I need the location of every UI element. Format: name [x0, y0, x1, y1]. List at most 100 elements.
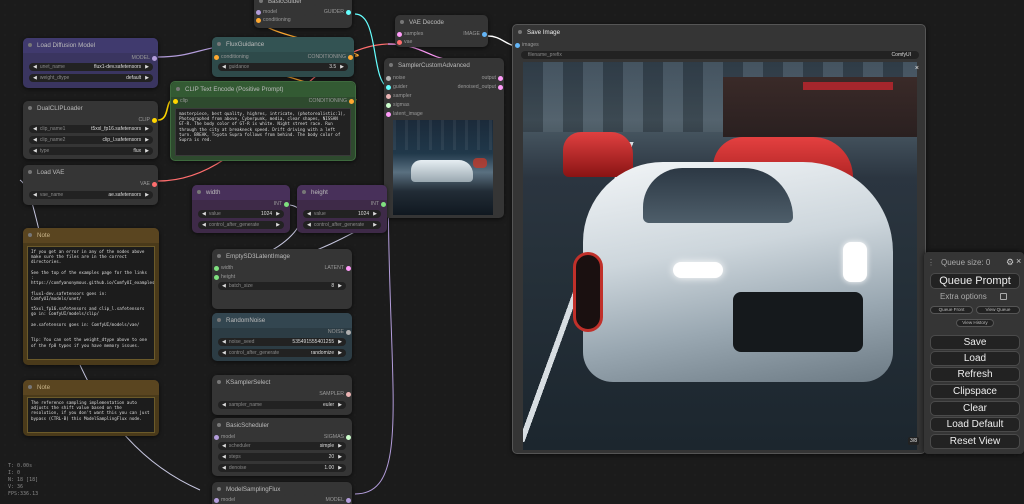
output-noise[interactable]: NOISE — [302, 328, 352, 336]
clip-name1-widget[interactable]: ◀ clip_name1 t5xxl_fp16.safetensors ▶ — [29, 125, 153, 133]
output-guider[interactable]: GUIDER — [312, 8, 352, 16]
load-default-button[interactable]: Load Default — [930, 417, 1020, 432]
weight-dtype-widget[interactable]: ◀ weight_dtype default ▶ — [29, 74, 153, 82]
node-flux-guidance[interactable]: FluxGuidance conditioning CONDITIONING ◀… — [212, 37, 354, 77]
output-conditioning[interactable]: CONDITIONING — [284, 53, 354, 61]
node-load-vae[interactable]: Load VAE VAE ◀ vae_name ae.safetensors ▶ — [23, 165, 158, 205]
input-width[interactable]: width — [212, 264, 262, 272]
unet-name-widget[interactable]: ◀ unet_name flux1-dev.safetensors ▶ — [29, 63, 153, 71]
close-preview-button[interactable]: × — [915, 65, 919, 72]
node-ksampler-select[interactable]: KSamplerSelect SAMPLER ◀ sampler_name eule… — [212, 375, 352, 415]
input-noise[interactable]: noise — [384, 74, 434, 82]
input-conditioning[interactable]: conditioning — [254, 16, 314, 24]
output-conditioning[interactable]: CONDITIONING — [265, 97, 355, 105]
close-panel-icon[interactable]: × — [1016, 256, 1021, 266]
generated-image[interactable] — [523, 62, 917, 450]
output-latent[interactable]: LATENT — [302, 264, 352, 272]
queue-prompt-button[interactable]: Queue Prompt — [930, 273, 1020, 289]
denoise-widget[interactable]: ◀ denoise 1.00 ▶ — [218, 464, 346, 472]
settings-gear-icon[interactable]: ⚙ — [1006, 257, 1014, 268]
increment-icon[interactable]: ▶ — [276, 222, 280, 228]
output-clip[interactable]: CLIP — [98, 116, 158, 124]
input-latent-image[interactable]: latent_image — [384, 110, 444, 118]
prompt-textarea[interactable]: masterpiece, best quality, highres, intr… — [175, 108, 351, 156]
node-save-image[interactable]: Save Image images filename_prefix ComfyUI… — [512, 24, 926, 454]
note-textarea[interactable]: If you get an error in any of the nodes … — [27, 246, 155, 360]
input-model[interactable]: model — [212, 496, 262, 504]
output-image[interactable]: IMAGE — [448, 30, 488, 38]
increment-icon[interactable]: ▶ — [145, 126, 149, 132]
output-model[interactable]: MODEL — [98, 54, 158, 62]
batch-size-widget[interactable]: ◀ batch_size 8 ▶ — [218, 282, 346, 290]
node-sampler-custom-advanced[interactable]: SamplerCustomAdvanced noise guider sampl… — [384, 58, 504, 218]
noise-control-widget[interactable]: ◀ control_after_generate randomize ▶ — [218, 349, 346, 357]
input-samples[interactable]: samples — [395, 30, 445, 38]
type-widget[interactable]: ◀ type flux ▶ — [29, 147, 153, 155]
width-control-widget[interactable]: ◀ control_after_generate ▶ — [198, 221, 284, 229]
output-sampler[interactable]: SAMPLER — [302, 390, 352, 398]
node-empty-latent-image[interactable]: EmptySD3LatentImage width height LATENT … — [212, 249, 352, 309]
node-dual-clip-loader[interactable]: DualCLIPLoader CLIP ◀ clip_name1 t5xxl_fp1… — [23, 101, 158, 159]
increment-icon[interactable]: ▶ — [338, 283, 342, 289]
output-output[interactable]: output — [444, 74, 504, 82]
filename-prefix-widget[interactable]: filename_prefix ComfyUI — [521, 51, 919, 59]
guidance-widget[interactable]: ◀ guidance 3.5 ▶ — [218, 63, 348, 71]
input-conditioning[interactable]: conditioning — [212, 53, 282, 61]
height-value-widget[interactable]: ◀ value 1024 ▶ — [303, 210, 381, 218]
sampler-name-widget[interactable]: ◀ sampler_name euler ▶ — [218, 401, 346, 409]
node-vae-decode[interactable]: VAE Decode samples vae IMAGE — [395, 15, 488, 47]
node-basic-guider[interactable]: BasicGuider model conditioning GUIDER — [254, 0, 352, 28]
view-queue-button[interactable]: View Queue — [976, 306, 1020, 314]
vae-name-widget[interactable]: ◀ vae_name ae.safetensors ▶ — [29, 191, 153, 199]
node-height[interactable]: height INT ◀ value 1024 ▶ ◀ control_after_ge… — [297, 185, 387, 233]
increment-icon[interactable]: ▶ — [340, 64, 344, 70]
width-value-widget[interactable]: ◀ value 1024 ▶ — [198, 210, 284, 218]
increment-icon[interactable]: ▶ — [338, 443, 342, 449]
output-denoised[interactable]: denoised_output — [434, 83, 504, 91]
queue-panel[interactable]: ⋮ Queue size: 0 ⚙ × Queue Prompt Extra o… — [924, 252, 1024, 454]
note-textarea[interactable]: The reference sampling implementation au… — [27, 397, 155, 433]
refresh-button[interactable]: Refresh — [930, 367, 1020, 382]
reset-view-button[interactable]: Reset View — [930, 434, 1020, 449]
node-random-noise[interactable]: RandomNoise NOISE ◀ noise_seed 53549155540… — [212, 313, 352, 361]
increment-icon[interactable]: ▶ — [338, 465, 342, 471]
increment-icon[interactable]: ▶ — [145, 75, 149, 81]
input-model[interactable]: model — [212, 433, 262, 441]
node-note-2[interactable]: Note The reference sampling implementati… — [23, 380, 159, 436]
extra-options-checkbox[interactable] — [1000, 293, 1007, 300]
scheduler-widget[interactable]: ◀ scheduler simple ▶ — [218, 442, 346, 450]
input-images[interactable]: images — [513, 41, 563, 49]
increment-icon[interactable]: ▶ — [145, 64, 149, 70]
input-guider[interactable]: guider — [384, 83, 434, 91]
increment-icon[interactable]: ▶ — [338, 402, 342, 408]
node-model-sampling-flux[interactable]: ModelSamplingFlux model MODEL — [212, 482, 352, 504]
output-int[interactable]: INT — [250, 200, 290, 208]
increment-icon[interactable]: ▶ — [338, 350, 342, 356]
increment-icon[interactable]: ▶ — [145, 137, 149, 143]
output-model[interactable]: MODEL — [302, 496, 352, 504]
clear-button[interactable]: Clear — [930, 401, 1020, 416]
node-note-1[interactable]: Note If you get an error in any of the n… — [23, 228, 159, 365]
view-history-button[interactable]: View History — [956, 319, 994, 327]
input-clip[interactable]: clip — [171, 97, 231, 105]
input-sampler[interactable]: sampler — [384, 92, 434, 100]
drag-handle-icon[interactable]: ⋮ — [927, 258, 935, 267]
node-width[interactable]: width INT ◀ value 1024 ▶ ◀ control_after_gen… — [192, 185, 290, 233]
output-vae[interactable]: VAE — [98, 180, 158, 188]
input-sigmas[interactable]: sigmas — [384, 101, 434, 109]
input-vae[interactable]: vae — [395, 38, 445, 46]
height-control-widget[interactable]: ◀ control_after_generate ▶ — [303, 221, 381, 229]
queue-front-button[interactable]: Queue Front — [930, 306, 973, 314]
node-clip-text-encode[interactable]: CLIP Text Encode (Positive Prompt) clip … — [170, 81, 356, 161]
increment-icon[interactable]: ▶ — [145, 192, 149, 198]
noise-seed-widget[interactable]: ◀ noise_seed 535491555401255 ▶ — [218, 338, 346, 346]
increment-icon[interactable]: ▶ — [338, 339, 342, 345]
node-load-diffusion-model[interactable]: Load Diffusion Model MODEL ◀ unet_name flu… — [23, 38, 158, 88]
increment-icon[interactable]: ▶ — [338, 454, 342, 460]
load-button[interactable]: Load — [930, 351, 1020, 366]
clipspace-button[interactable]: Clipspace — [930, 384, 1020, 399]
input-height[interactable]: height — [212, 273, 262, 281]
increment-icon[interactable]: ▶ — [145, 148, 149, 154]
output-int[interactable]: INT — [347, 200, 387, 208]
save-button[interactable]: Save — [930, 335, 1020, 350]
